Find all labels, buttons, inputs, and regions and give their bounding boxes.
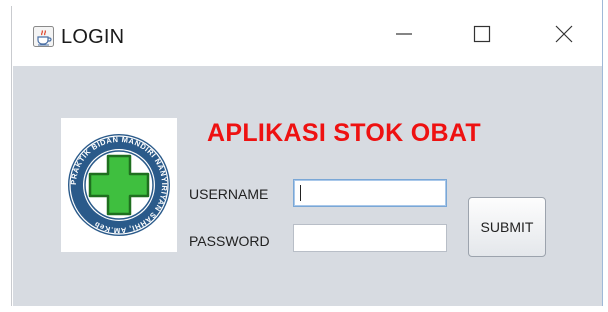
clinic-logo: PRAKTIK BIDAN MANDIRI NANYIRIYAN SAHHI, … (61, 118, 177, 252)
minimize-button[interactable] (381, 14, 427, 58)
title-bar: LOGIN (13, 0, 602, 66)
close-icon (554, 24, 574, 49)
minimize-icon (394, 24, 414, 49)
submit-button[interactable]: SUBMIT (468, 197, 546, 257)
login-panel: PRAKTIK BIDAN MANDIRI NANYIRIYAN SAHHI, … (13, 66, 602, 306)
login-window: LOGIN PRAKTIK BIDAN MANDIRI NANYIRIYAN S… (13, 0, 603, 306)
java-coffee-cup-icon (33, 26, 54, 47)
username-label: USERNAME (189, 186, 269, 202)
password-field[interactable] (293, 224, 447, 252)
maximize-button[interactable] (459, 14, 505, 58)
app-title: APLIKASI STOK OBAT (207, 119, 481, 147)
desktop-edge (0, 0, 13, 312)
window-title: LOGIN (61, 26, 125, 48)
text-caret (300, 185, 301, 201)
maximize-icon (472, 24, 492, 49)
username-field[interactable] (293, 179, 447, 207)
password-label: PASSWORD (189, 233, 270, 249)
close-button[interactable] (541, 14, 587, 58)
